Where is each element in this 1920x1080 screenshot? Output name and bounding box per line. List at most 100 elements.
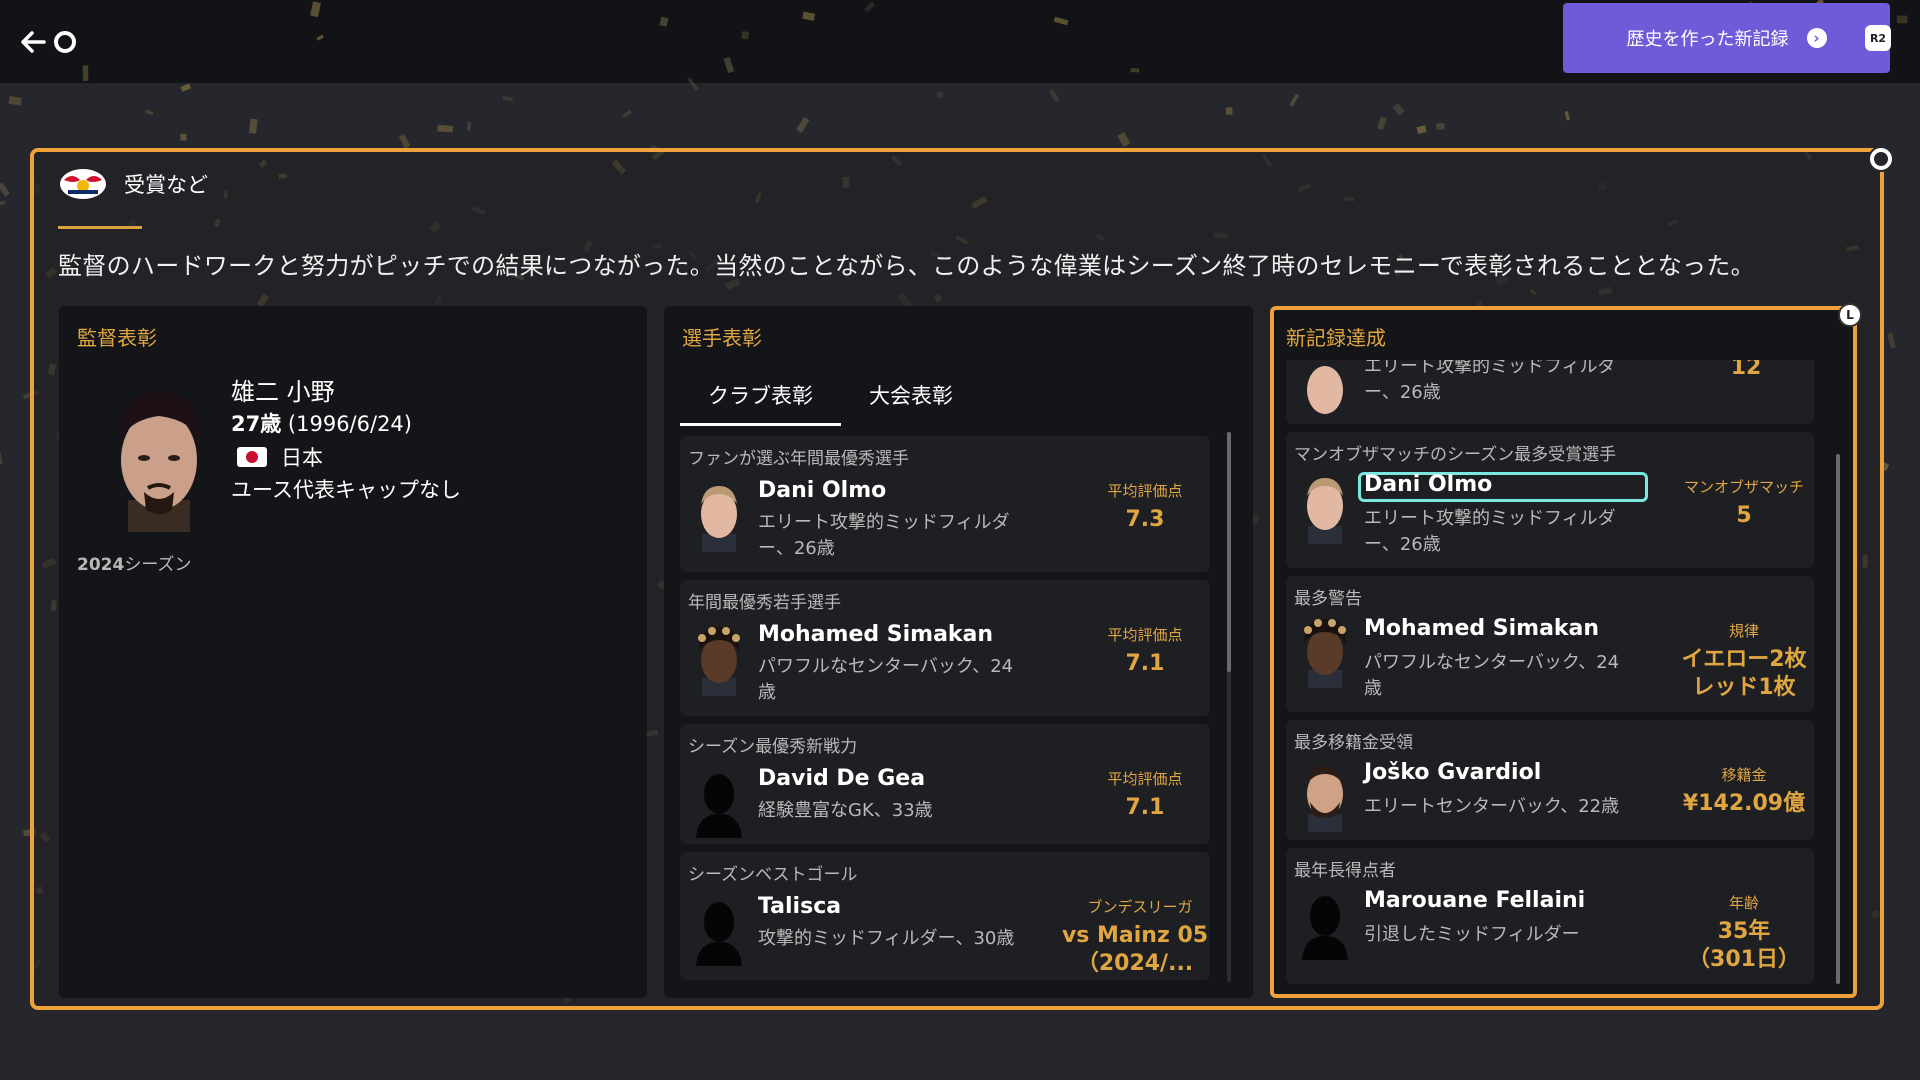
player-avatar — [698, 626, 740, 696]
new-records-panel: 新記録達成 エリート攻撃的ミッドフィルダー、26歳 12 マンオブザマッチのシー… — [1270, 306, 1857, 998]
player-avatar — [1307, 478, 1343, 544]
player-panel-title: 選手表彰 — [682, 326, 762, 350]
manager-season: 2024シーズン — [77, 550, 191, 575]
stat-label: 平均評価点 — [1107, 482, 1183, 500]
award-card[interactable]: シーズンベストゴール Talisca 攻撃的ミッドフィルダー、30歳 ブンデスリ… — [680, 852, 1210, 980]
stat-label: 規律 — [1728, 622, 1759, 640]
back-arrow-icon — [21, 31, 46, 53]
record-card-partial[interactable]: エリート攻撃的ミッドフィルダー、26歳 12 — [1286, 360, 1814, 424]
scrollbar-thumb[interactable] — [1836, 454, 1840, 984]
record-card[interactable]: マンオブザマッチのシーズン最多受賞選手 Dani Olmo エリート攻撃的ミッド… — [1286, 432, 1814, 568]
season-year: 2024 — [77, 555, 125, 575]
history-records-label: 歴史を作った新記録 — [1626, 29, 1789, 50]
record-category: 最多移籍金受領 — [1294, 733, 1413, 753]
scrollbar-thumb[interactable] — [1227, 432, 1231, 672]
stat-value: 12 — [1730, 360, 1762, 380]
r2-button-icon: R2 — [1865, 25, 1891, 51]
confetti-piece — [398, 134, 411, 149]
tab-competition-awards[interactable]: 大会表彰 — [841, 380, 981, 422]
stat-label: 平均評価点 — [1107, 626, 1183, 644]
confetti-piece — [1416, 125, 1427, 134]
player-avatar — [1307, 766, 1343, 832]
record-category: マンオブザマッチのシーズン最多受賞選手 — [1294, 445, 1617, 465]
confetti-piece — [249, 118, 258, 134]
confetti-piece — [8, 95, 23, 106]
confetti-piece — [622, 109, 632, 118]
award-tabs: クラブ表彰 大会表彰 — [680, 380, 981, 426]
player-description: 経験豊富なGK、33歳 — [758, 800, 933, 821]
stat-value: 7.1 — [1125, 795, 1165, 820]
confetti-piece — [145, 109, 154, 116]
player-description: 攻撃的ミッドフィルダー、30歳 — [758, 928, 1015, 949]
manager-nationality-label: 日本 — [281, 446, 323, 470]
section-title: 受賞など — [124, 173, 208, 197]
stat-value: ¥142.09億 — [1682, 791, 1806, 816]
manager-nationality: 日本 — [231, 442, 323, 472]
manager-portrait — [118, 390, 202, 532]
player-award-panel: 選手表彰 クラブ表彰 大会表彰 ファンが選ぶ年間最優秀選手 Dani Olmo … — [664, 306, 1253, 998]
player-description: エリート攻撃的ミッドフィルダー、26歳 — [1364, 508, 1616, 555]
player-silhouette-icon — [1302, 896, 1348, 960]
records-scroll-area: エリート攻撃的ミッドフィルダー、26歳 12 — [1286, 360, 1814, 428]
stat-value: 7.3 — [1125, 507, 1165, 532]
circle-button-icon — [1870, 148, 1892, 170]
history-records-button[interactable]: 歴史を作った新記録 › R2 — [1563, 3, 1891, 73]
confetti-piece — [0, 182, 11, 197]
chevron-right-icon: › — [1806, 28, 1827, 48]
player-avatar — [1307, 366, 1343, 414]
confetti-piece — [1377, 116, 1387, 131]
stat-value: 7.1 — [1125, 651, 1165, 676]
confetti-piece — [1048, 88, 1060, 103]
stat-value: vs Mainz 05（2024/... — [1061, 923, 1209, 976]
player-name: Mohamed Simakan — [758, 622, 994, 647]
stat-label: ブンデスリーガ — [1087, 898, 1193, 916]
player-name: Talisca — [758, 894, 842, 919]
player-silhouette-icon — [696, 774, 742, 838]
confetti-piece — [0, 200, 6, 208]
manager-caps: ユース代表キャップなし — [231, 478, 461, 502]
confetti-piece — [1392, 103, 1405, 116]
confetti-piece — [1887, 332, 1896, 349]
confetti-piece — [0, 450, 3, 465]
record-card[interactable]: 最多警告 Mohamed Simakan パワフルなセンターバック、24歳 規律… — [1286, 576, 1814, 712]
player-name: David De Gea — [758, 766, 926, 791]
frame-circle-button[interactable] — [1868, 146, 1894, 172]
player-description: パワフルなセンターバック、24歳 — [1364, 652, 1620, 699]
award-card[interactable]: ファンが選ぶ年間最優秀選手 Dani Olmo エリート攻撃的ミッドフィルダー、… — [680, 436, 1210, 572]
player-name: Dani Olmo — [758, 478, 887, 503]
confetti-piece — [180, 133, 187, 141]
stat-label: 年齢 — [1728, 894, 1759, 912]
confetti-piece — [1289, 93, 1300, 107]
confetti-piece — [502, 95, 514, 102]
manager-panel-title: 監督表彰 — [77, 326, 157, 350]
player-description: エリート攻撃的ミッドフィルダー、26歳 — [758, 512, 1010, 559]
manager-birthdate: (1996/6/24) — [287, 412, 412, 436]
confetti-piece — [1225, 107, 1233, 115]
circle-button-icon — [54, 31, 76, 53]
intro-text: 監督のハードワークと努力がピッチでの結果につながった。当然のことながら、このよう… — [58, 252, 1755, 280]
tab-club-awards[interactable]: クラブ表彰 — [680, 380, 841, 426]
record-category: 最年長得点者 — [1294, 861, 1396, 881]
award-category: シーズン最優秀新戦力 — [688, 737, 858, 757]
section-title-underline — [58, 226, 142, 229]
season-suffix: シーズン — [124, 555, 192, 575]
record-card[interactable]: 最多移籍金受領 Joško Gvardiol エリートセンターバック、22歳 移… — [1286, 720, 1814, 840]
award-card[interactable]: シーズン最優秀新戦力 David De Gea 経験豊富なGK、33歳 平均評価… — [680, 724, 1210, 844]
confetti-piece — [1436, 123, 1445, 130]
award-category: 年間最優秀若手選手 — [688, 593, 841, 613]
l-button-icon: L — [1838, 303, 1862, 327]
confetti-piece — [936, 91, 944, 99]
manager-name: 雄二 小野 — [231, 378, 335, 406]
player-description: パワフルなセンターバック、24歳 — [758, 656, 1014, 703]
section-header: 受賞など — [58, 166, 208, 202]
record-card[interactable]: 最年長得点者 Marouane Fellaini 引退したミッドフィルダー 年齢… — [1286, 848, 1814, 984]
stat-label: 平均評価点 — [1107, 770, 1183, 788]
award-card[interactable]: 年間最優秀若手選手 Mohamed Simakan パワフルなセンターバック、2… — [680, 580, 1210, 716]
manager-age: 27歳 (1996/6/24) — [231, 408, 412, 438]
stat-value: 35年（301日） — [1688, 919, 1800, 972]
confetti-piece — [1117, 131, 1131, 148]
back-button[interactable] — [18, 24, 90, 60]
record-category: 最多警告 — [1294, 589, 1362, 609]
player-name: Joško Gvardiol — [1364, 760, 1542, 785]
player-avatar — [701, 486, 737, 552]
